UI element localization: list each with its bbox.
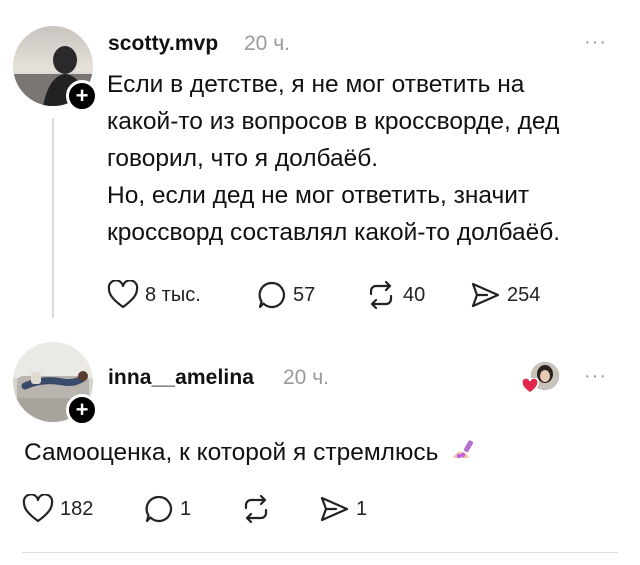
like-count: 182	[60, 497, 94, 520]
post-text-line: говорил, что я долбаёб.	[107, 145, 379, 172]
comment-button[interactable]: 1	[144, 494, 191, 524]
comment-count: 57	[293, 283, 316, 306]
nail-polish-emoji	[453, 440, 474, 459]
repost-button[interactable]	[240, 494, 278, 524]
share-count: 1	[356, 497, 368, 520]
post-text: Самооценка, к которой я стремлюсь	[24, 434, 624, 471]
repost-icon	[369, 280, 393, 310]
timestamp: 20 ч.	[244, 32, 290, 55]
repost-button[interactable]: 40	[365, 280, 425, 310]
follow-plus-icon[interactable]: +	[66, 394, 98, 426]
like-button[interactable]: 182	[22, 494, 93, 524]
share-button[interactable]: 254	[469, 280, 540, 310]
more-options-icon[interactable]: ···	[584, 31, 607, 54]
comment-icon	[145, 495, 173, 523]
share-icon	[320, 496, 349, 522]
post-text: Если в детстве, я не мог ответить на как…	[107, 66, 627, 251]
post-actions: 8 тыс. 57 40 254	[107, 280, 567, 312]
username[interactable]: scotty.mvp	[108, 32, 218, 56]
post-inna: + inna__amelina 20 ч. ··· Самооценка, к …	[0, 330, 640, 565]
more-options-icon[interactable]: ···	[584, 365, 607, 388]
like-button[interactable]: 8 тыс.	[107, 280, 201, 310]
like-count: 8 тыс.	[145, 283, 201, 306]
heart-icon	[107, 280, 139, 309]
post-text-line: какой-то из вопросов в кроссворде, дед	[107, 108, 560, 135]
share-button[interactable]: 1	[318, 494, 367, 524]
share-icon	[471, 282, 500, 308]
repost-icon	[244, 494, 268, 524]
username[interactable]: inna__amelina	[108, 366, 254, 390]
post-scotty: + scotty.mvp 20 ч. ··· Если в детстве, я…	[0, 0, 640, 330]
post-text-content: Самооценка, к которой я стремлюсь	[24, 439, 439, 466]
post-text-line: Но, если дед не мог ответить, значит	[107, 182, 530, 209]
post-divider	[22, 552, 618, 553]
timestamp: 20 ч.	[283, 366, 329, 389]
follow-plus-icon[interactable]: +	[66, 80, 98, 112]
share-count: 254	[507, 283, 541, 306]
post-actions: 182 1 1	[22, 494, 422, 526]
repost-count: 40	[403, 283, 426, 306]
liked-by-author-badge	[521, 362, 561, 396]
liked-heart-icon	[521, 378, 539, 394]
post-text-line: Если в детстве, я не мог ответить на	[107, 71, 525, 98]
comment-count: 1	[180, 497, 192, 520]
comment-icon	[258, 281, 286, 309]
post-text-line: кроссворд составлял какой-то долбаёб.	[107, 219, 561, 246]
comment-button[interactable]: 57	[257, 280, 315, 310]
thread-line	[52, 118, 54, 318]
heart-icon	[22, 494, 54, 523]
